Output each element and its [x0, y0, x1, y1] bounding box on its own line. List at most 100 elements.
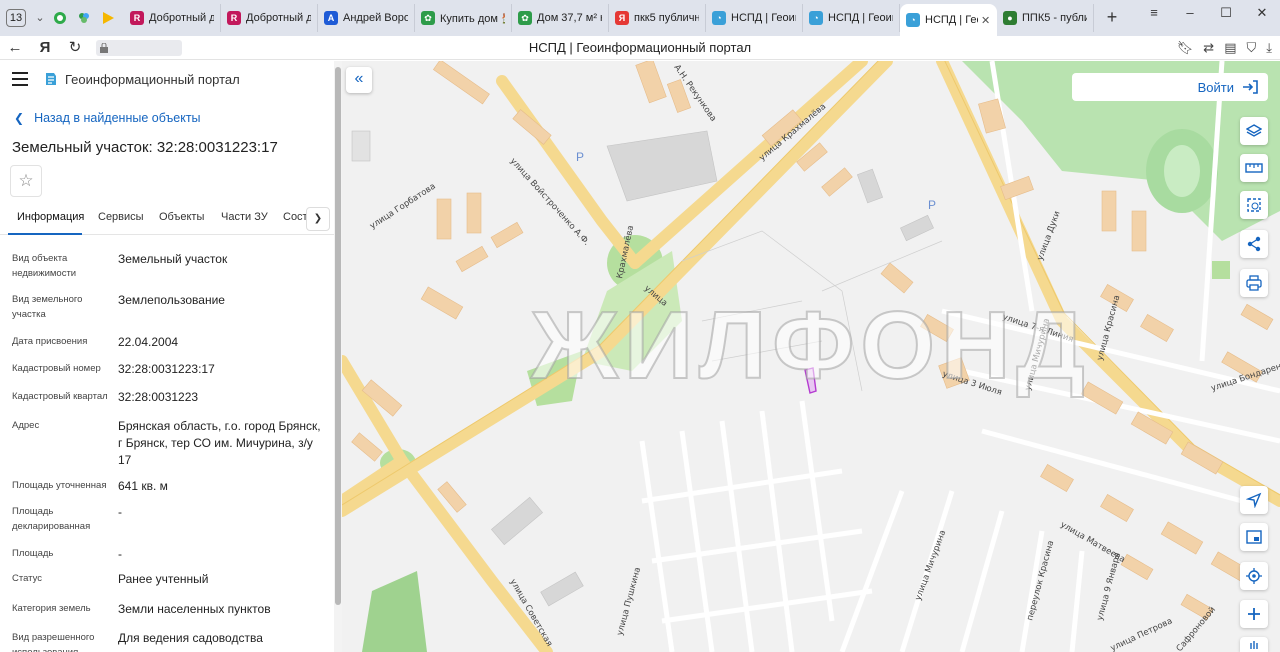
watermark-text: ЖИЛФОНД: [530, 291, 1091, 400]
pinned-tab-3[interactable]: [96, 6, 120, 30]
attr-label: Категория земель: [12, 603, 91, 614]
back-to-results-link[interactable]: ❮ Назад в найденные объекты: [14, 111, 201, 125]
tab-favicon-icon: ✿: [518, 11, 532, 25]
back-link-label: Назад в найденные объекты: [34, 111, 201, 125]
attr-label: Площадь декларированная: [12, 506, 91, 532]
browser-tab[interactable]: ◔ НСПД | Геоинф: [706, 4, 803, 32]
menu-icon[interactable]: ≡: [1136, 0, 1172, 26]
attr-label: Кадастровый номер: [12, 363, 101, 374]
tab-objects[interactable]: Объекты: [159, 211, 204, 223]
tab-counter[interactable]: 13: [6, 9, 26, 27]
attr-value: 32:28:0031223: [118, 390, 199, 404]
layers-button[interactable]: [1240, 117, 1268, 145]
attr-label: Адрес: [12, 420, 40, 431]
browser-tab[interactable]: ● ППК5 - публичн: [997, 4, 1094, 32]
tab-label: пкк5 публичная: [634, 12, 699, 24]
navigation-arrow-icon: [1246, 492, 1262, 508]
tab-favicon-icon: ◔: [712, 11, 726, 25]
attr-label: Вид объекта недвижимости: [12, 253, 77, 279]
area-select-button[interactable]: [1240, 191, 1268, 219]
street-label: улица Горбатова: [368, 182, 437, 232]
browser-tab[interactable]: ✿ Купить дом 🏠: [415, 4, 512, 32]
downloads-icon[interactable]: ⤓: [1266, 40, 1272, 56]
map-canvas[interactable]: P P улица Горбатова улица Войстроченко А…: [342, 61, 1280, 652]
park-area-south: [362, 571, 427, 652]
tab-label: ППК5 - публичн: [1022, 12, 1087, 24]
browser-tab[interactable]: A Андрей Воронин: [318, 4, 415, 32]
locate-button[interactable]: [1240, 486, 1268, 514]
panel-scrollbar[interactable]: [334, 61, 342, 652]
attr-value: -: [118, 547, 122, 561]
browser-tab[interactable]: R Добротный дом: [221, 4, 318, 32]
minimap-button[interactable]: [1240, 523, 1268, 551]
tab-services[interactable]: Сервисы: [98, 211, 144, 223]
attr-label: Площадь уточненная: [12, 480, 107, 491]
page-title: НСПД | Геоинформационный портал: [528, 40, 752, 55]
browser-nav-bar: НСПД | Геоинформационный портал ← Я ↻ 🔖︎…: [0, 36, 1280, 60]
tab-label: Добротный дом: [246, 12, 311, 24]
yandex-icon[interactable]: Я: [30, 36, 60, 60]
extensions-icon[interactable]: ⛉: [1246, 40, 1256, 56]
favorite-star-icon[interactable]: ☆: [10, 165, 42, 197]
geolocation-icon: [1246, 568, 1262, 584]
translate-icon[interactable]: ⇄: [1203, 40, 1214, 56]
window-controls: ≡ – ☐ ✕: [1136, 0, 1280, 26]
collapse-panel-button[interactable]: «: [346, 67, 372, 93]
print-button[interactable]: [1240, 269, 1268, 297]
tab-label: Дом 37,7 м² на у: [537, 12, 602, 24]
minimap-icon: [1246, 530, 1262, 544]
plus-icon: [1248, 608, 1260, 620]
tab-parcel-parts[interactable]: Части ЗУ: [221, 211, 268, 223]
parking-marker: P: [576, 150, 584, 164]
portal-logo-icon: [46, 73, 56, 85]
geolocation-button[interactable]: [1240, 562, 1268, 590]
login-label: Войти: [1197, 79, 1234, 95]
browser-tab[interactable]: ◔ НСПД | Геои✕: [900, 4, 997, 36]
reader-icon[interactable]: ▤: [1224, 40, 1236, 56]
attr-label: Вид разрешенного использования: [12, 632, 95, 652]
maximize-icon[interactable]: ☐: [1208, 0, 1244, 26]
close-tab-icon[interactable]: ✕: [981, 14, 991, 27]
attr-value: 22.04.2004: [118, 335, 179, 349]
object-tabs: Информация Сервисы Объекты Части ЗУ Сост…: [0, 207, 334, 235]
scrollbar-thumb[interactable]: [335, 67, 341, 605]
bookmark-icon[interactable]: 🔖︎: [1177, 40, 1194, 56]
pinned-green-icon: [54, 12, 66, 24]
share-icon: [1247, 236, 1261, 252]
tab-label: НСПД | Геоинф: [828, 12, 893, 24]
attr-value: 641 кв. м: [118, 479, 168, 493]
minimize-icon[interactable]: –: [1172, 0, 1208, 26]
browser-tab[interactable]: Япкк5 публичная: [609, 4, 706, 32]
back-arrow-icon[interactable]: ←: [0, 36, 30, 60]
zoom-out-button[interactable]: [1240, 637, 1268, 652]
layers-icon: [1246, 124, 1262, 137]
browser-tab[interactable]: ✿ Дом 37,7 м² на у: [512, 4, 609, 32]
new-tab-button[interactable]: +: [1100, 6, 1124, 30]
attr-label: Кадастровый квартал: [12, 391, 108, 402]
close-window-icon[interactable]: ✕: [1244, 0, 1280, 26]
tabs-scroll-right-icon[interactable]: ❯: [306, 207, 330, 231]
tab-label: Купить дом 🏠: [440, 12, 505, 25]
address-bar[interactable]: [96, 39, 182, 56]
reload-icon[interactable]: ↻: [60, 36, 90, 60]
tab-favicon-icon: Я: [615, 11, 629, 25]
login-button[interactable]: Войти: [1072, 73, 1268, 101]
chevron-left-icon: ❮: [14, 111, 25, 125]
browser-tab[interactable]: R Добротный дом: [124, 4, 221, 32]
ruler-button[interactable]: [1240, 154, 1268, 182]
share-button[interactable]: [1240, 230, 1268, 258]
pinned-tab-1[interactable]: [48, 6, 72, 30]
attr-value: Землепользование: [118, 293, 225, 307]
pinned-tab-2[interactable]: [72, 6, 96, 30]
tab-favicon-icon: R: [130, 11, 144, 25]
attr-value: 32:28:0031223:17: [118, 362, 215, 376]
tabs-dropdown-icon[interactable]: ⌄: [32, 7, 48, 29]
tab-favicon-icon: ◔: [906, 13, 920, 27]
hamburger-menu-icon[interactable]: [12, 72, 28, 86]
attr-label: Дата присвоения: [12, 336, 88, 347]
tab-information[interactable]: Информация: [17, 211, 84, 223]
street-label: улица Мичурина: [913, 529, 948, 602]
object-title: Земельный участок: 32:28:0031223:17: [12, 139, 278, 156]
browser-tab[interactable]: ◔ НСПД | Геоинф: [803, 4, 900, 32]
zoom-in-button[interactable]: [1240, 600, 1268, 628]
